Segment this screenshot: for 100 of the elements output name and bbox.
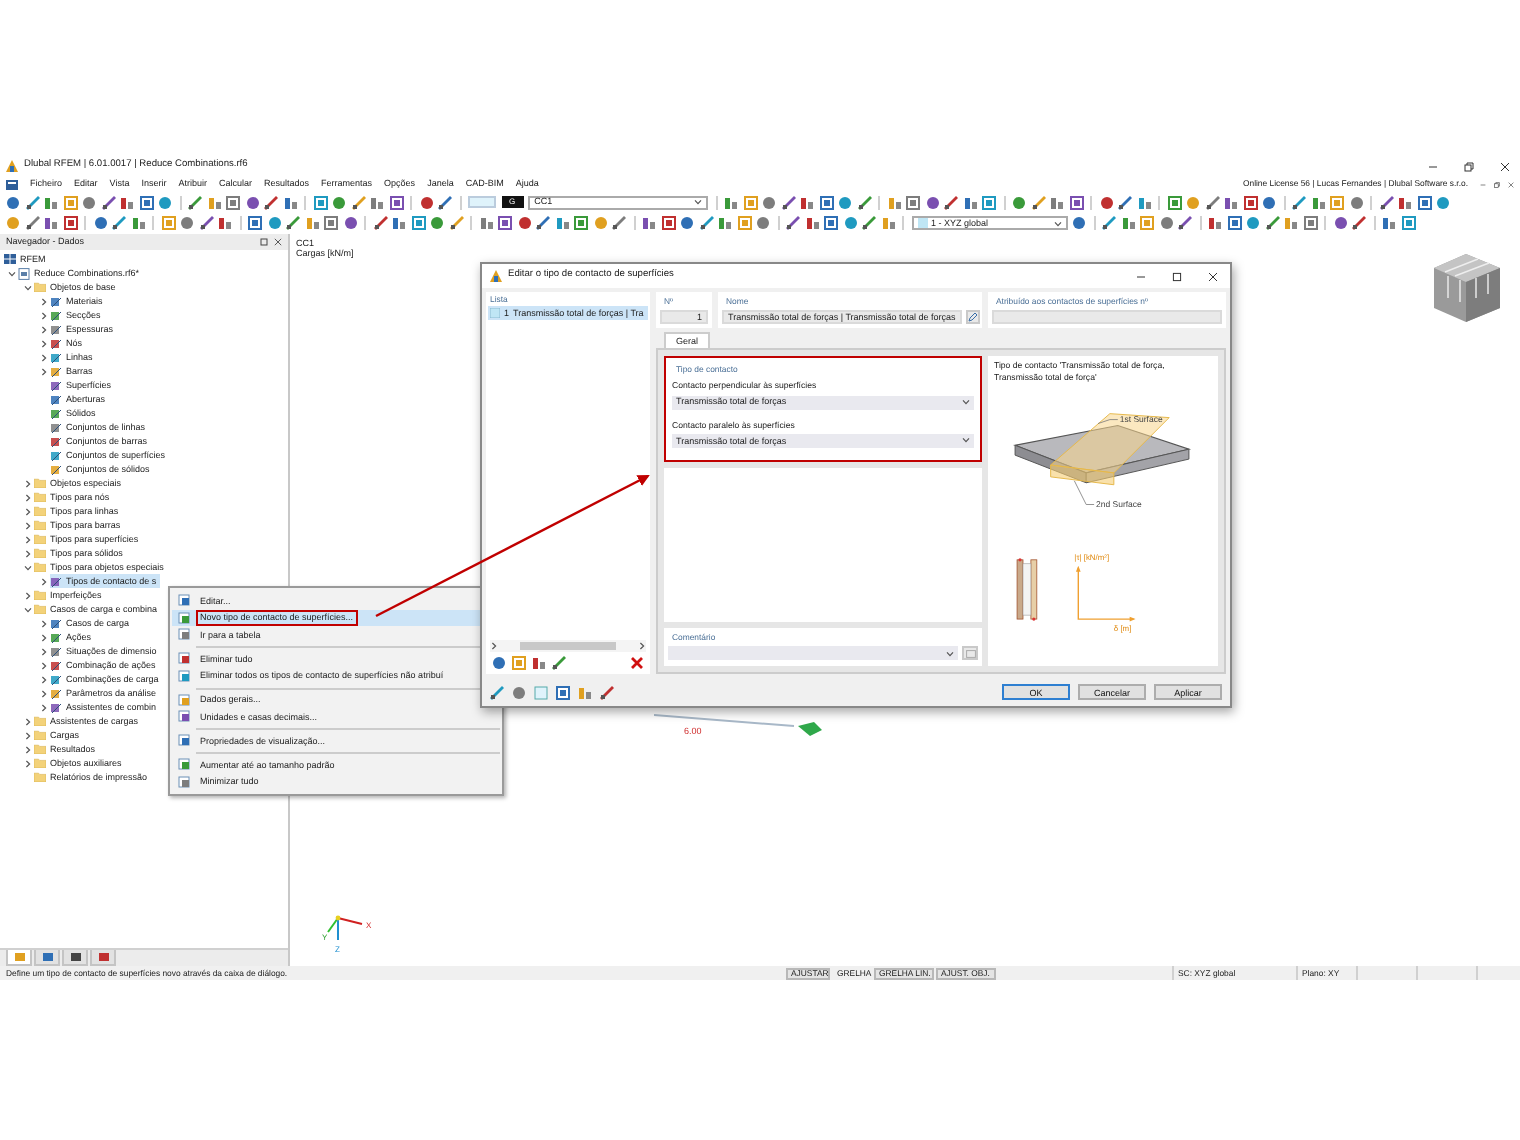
tool-icon[interactable] (207, 195, 221, 209)
chevron-right-icon[interactable] (39, 311, 47, 319)
tool-icon[interactable] (351, 195, 365, 209)
chevron-right-icon[interactable] (39, 633, 47, 641)
navigator-tab[interactable] (34, 950, 60, 966)
tool-icon[interactable] (805, 216, 819, 230)
tool-icon[interactable] (101, 195, 115, 209)
pin-icon[interactable] (260, 238, 268, 246)
comment-field[interactable] (668, 646, 958, 660)
tool-icon[interactable] (612, 216, 626, 230)
chevron-down-icon[interactable] (23, 283, 31, 291)
chevron-right-icon[interactable] (23, 479, 31, 487)
chevron-right-icon[interactable] (39, 689, 47, 697)
tool-icon[interactable] (1224, 195, 1239, 209)
tool-icon[interactable] (120, 195, 134, 209)
tool-icon[interactable] (1352, 216, 1366, 230)
tool-icon[interactable] (305, 216, 319, 230)
chevron-right-icon[interactable] (39, 661, 47, 669)
navigator-tab[interactable] (90, 950, 116, 966)
maximize-icon[interactable] (1172, 271, 1182, 281)
tool-icon[interactable] (286, 216, 300, 230)
chevron-right-icon[interactable] (39, 647, 47, 655)
tool-icon[interactable] (786, 216, 800, 230)
tool-icon[interactable] (1311, 195, 1326, 209)
tool-icon[interactable] (512, 685, 526, 699)
chevron-right-icon[interactable] (23, 521, 31, 529)
tool-icon[interactable] (264, 195, 278, 209)
tool-icon[interactable] (131, 216, 145, 230)
chevron-right-icon[interactable] (23, 549, 31, 557)
tool-icon[interactable] (1292, 195, 1307, 209)
tool-icon[interactable] (449, 216, 463, 230)
tool-icon[interactable] (1398, 195, 1413, 209)
tool-icon[interactable] (1118, 195, 1133, 209)
chevron-right-icon[interactable] (39, 339, 47, 347)
tool-icon[interactable] (1205, 195, 1220, 209)
tool-icon[interactable] (1031, 195, 1046, 209)
tool-icon[interactable] (438, 195, 452, 209)
close-icon[interactable] (274, 238, 282, 246)
tool-icon[interactable] (718, 216, 732, 230)
tool-icon[interactable] (781, 195, 796, 209)
document-icon[interactable] (6, 179, 18, 189)
tool-icon[interactable] (373, 216, 387, 230)
tool-icon[interactable] (800, 195, 815, 209)
tool-icon[interactable] (578, 685, 592, 699)
tool-icon[interactable] (1178, 216, 1192, 230)
color-icon[interactable] (534, 685, 548, 699)
tool-icon[interactable] (887, 195, 902, 209)
tool-icon[interactable] (963, 195, 978, 209)
chevron-right-icon[interactable] (39, 619, 47, 627)
tool-icon[interactable] (857, 195, 872, 209)
tool-icon[interactable] (552, 656, 566, 670)
tool-icon[interactable] (555, 216, 569, 230)
chevron-right-icon[interactable] (23, 731, 31, 739)
edit-name-button[interactable] (965, 310, 980, 325)
close-icon[interactable] (1500, 161, 1510, 171)
chevron-down-icon[interactable] (23, 563, 31, 571)
tool-icon[interactable] (1265, 216, 1279, 230)
tool-icon[interactable] (1382, 216, 1396, 230)
tool-icon[interactable] (218, 216, 232, 230)
chevron-right-icon[interactable] (39, 325, 47, 333)
chevron-right-icon[interactable] (23, 493, 31, 501)
tool-icon[interactable] (1121, 216, 1135, 230)
scrollbar[interactable] (490, 640, 646, 652)
tool-icon[interactable] (392, 216, 406, 230)
tool-icon[interactable] (199, 216, 213, 230)
tool-icon[interactable] (699, 216, 713, 230)
chevron-right-icon[interactable] (23, 745, 31, 753)
minimize-icon[interactable] (1428, 161, 1438, 171)
tool-icon[interactable] (283, 195, 297, 209)
tool-icon[interactable] (600, 685, 614, 699)
tool-icon[interactable] (944, 195, 959, 209)
tool-icon[interactable] (536, 216, 550, 230)
restore-icon[interactable] (1464, 161, 1474, 171)
tool-icon[interactable] (1208, 216, 1222, 230)
minimize-icon[interactable] (1136, 271, 1146, 281)
chevron-right-icon[interactable] (39, 577, 47, 585)
chevron-right-icon[interactable] (23, 591, 31, 599)
chevron-down-icon[interactable] (23, 605, 31, 613)
tool-icon[interactable] (1379, 195, 1394, 209)
tool-icon[interactable] (370, 195, 384, 209)
chevron-right-icon[interactable] (39, 353, 47, 361)
tool-icon[interactable] (881, 216, 895, 230)
tool-icon[interactable] (25, 216, 39, 230)
view-cube-drawing[interactable] (1430, 250, 1504, 326)
tool-icon[interactable] (556, 685, 570, 699)
chevron-down-icon[interactable] (7, 269, 15, 277)
tool-icon[interactable] (112, 216, 126, 230)
navigator-tab[interactable] (62, 950, 88, 966)
tool-icon[interactable] (642, 216, 656, 230)
tool-icon[interactable] (44, 195, 58, 209)
tool-icon[interactable] (1284, 216, 1298, 230)
chevron-right-icon[interactable] (23, 759, 31, 767)
tool-icon[interactable] (25, 195, 39, 209)
chevron-right-icon[interactable] (39, 703, 47, 711)
chevron-right-icon[interactable] (39, 367, 47, 375)
tool-icon[interactable] (1137, 195, 1152, 209)
tool-icon[interactable] (532, 656, 546, 670)
chevron-right-icon[interactable] (23, 535, 31, 543)
tool-icon[interactable] (862, 216, 876, 230)
tool-icon[interactable] (1050, 195, 1065, 209)
